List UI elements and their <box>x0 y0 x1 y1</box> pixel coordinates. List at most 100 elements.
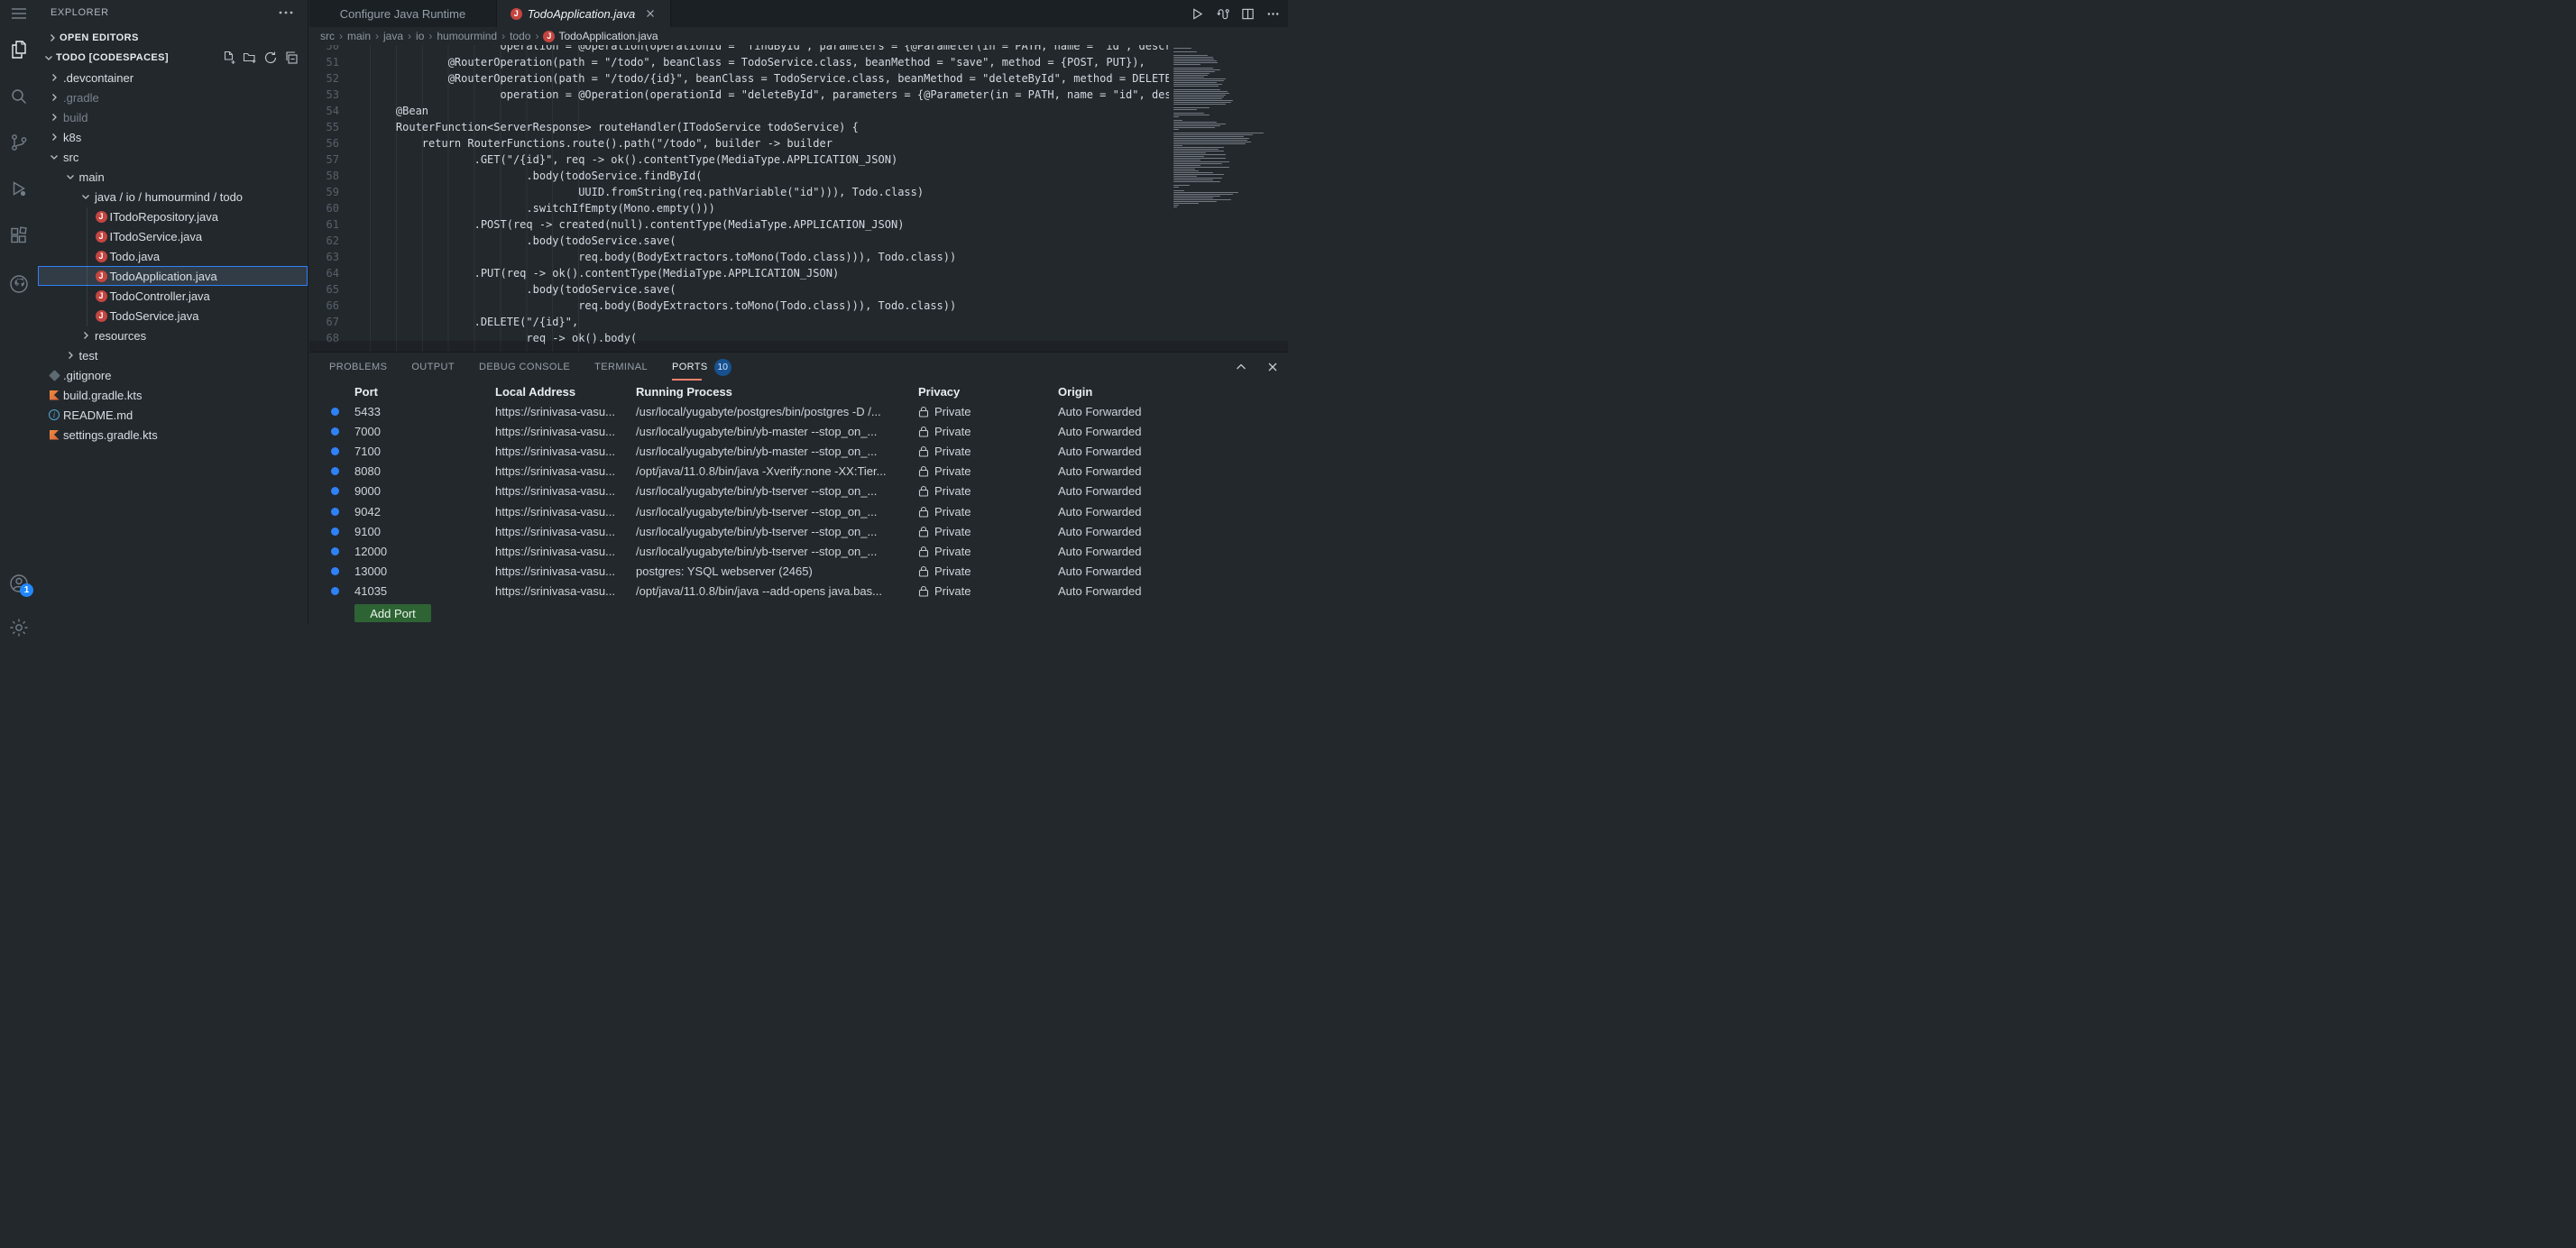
code-line-51[interactable]: 51 @RouterOperation(path = "/todo", bean… <box>309 54 1169 70</box>
panel-tab-ports[interactable]: PORTS 10 <box>671 353 731 381</box>
panel-tab-debug-console[interactable]: DEBUG CONSOLE <box>479 353 570 381</box>
breadcrumb-item-humourmind[interactable]: humourmind <box>437 30 497 42</box>
code-line-61[interactable]: 61 .POST(req -> created(null).contentTyp… <box>309 216 1169 233</box>
tree-item-itodorepository-java[interactable]: J ITodoRepository.java <box>38 206 308 226</box>
section-project[interactable]: TODO [CODESPACES] <box>38 48 308 68</box>
more-actions-icon[interactable] <box>279 7 293 18</box>
local-address-link[interactable]: https://srinivasa-vasu... <box>495 445 636 458</box>
search-icon[interactable] <box>8 86 30 107</box>
split-editor-icon[interactable] <box>1241 7 1255 21</box>
sync-changes-icon[interactable] <box>1216 7 1229 21</box>
tree-item-build-gradle-kts[interactable]: build.gradle.kts <box>38 385 308 405</box>
breadcrumb-item-java[interactable]: java <box>383 30 403 42</box>
tree-item-k8s[interactable]: k8s <box>38 127 308 147</box>
menu-icon[interactable] <box>8 3 30 24</box>
refresh-icon[interactable] <box>263 50 278 65</box>
code-line-67[interactable]: 67 .DELETE("/{id}", <box>309 314 1169 330</box>
tree-item-settings-gradle-kts[interactable]: settings.gradle.kts <box>38 425 308 445</box>
local-address-link[interactable]: https://srinivasa-vasu... <box>495 405 636 418</box>
tab-todoapplication-java[interactable]: J TodoApplication.java <box>497 0 671 27</box>
port-row-8080[interactable]: 8080 https://srinivasa-vasu.../opt/java/1… <box>309 462 1288 482</box>
tree-item-readme-md[interactable]: i README.md <box>38 405 308 425</box>
code-line-65[interactable]: 65 .body(todoService.save( <box>309 281 1169 298</box>
port-row-7000[interactable]: 7000 https://srinivasa-vasu.../usr/local/… <box>309 421 1288 441</box>
tree-item-todo-java[interactable]: J Todo.java <box>38 246 308 266</box>
tree-item-gradle[interactable]: .gradle <box>38 87 308 107</box>
tree-item-todoservice-java[interactable]: J TodoService.java <box>38 306 308 326</box>
port-row-5433[interactable]: 5433 https://srinivasa-vasu.../usr/local/… <box>309 401 1288 421</box>
new-folder-icon[interactable] <box>243 50 257 65</box>
tree-item-main[interactable]: main <box>38 167 308 187</box>
section-open-editors[interactable]: OPEN EDITORS <box>38 28 308 48</box>
local-address-link[interactable]: https://srinivasa-vasu... <box>495 525 636 538</box>
port-row-41035[interactable]: 41035 https://srinivasa-vasu.../opt/java/… <box>309 582 1288 601</box>
more-actions-icon[interactable] <box>1266 7 1280 21</box>
port-row-13000[interactable]: 13000 https://srinivasa-vasu... postgres: … <box>309 562 1288 582</box>
tree-item-devcontainer[interactable]: .devcontainer <box>38 68 308 87</box>
local-address-link[interactable]: https://srinivasa-vasu... <box>495 564 636 578</box>
gear-icon[interactable] <box>8 617 30 638</box>
code-area[interactable]: 50 operation = @Operation(operationId = … <box>309 45 1169 352</box>
account-icon[interactable]: 1 <box>8 573 33 597</box>
code-line-55[interactable]: 55 RouterFunction<ServerResponse> routeH… <box>309 119 1169 135</box>
code-line-56[interactable]: 56 return RouterFunctions.route().path("… <box>309 135 1169 151</box>
breadcrumb-item-todoapplication-java[interactable]: J TodoApplication.java <box>543 30 658 42</box>
local-address-link[interactable]: https://srinivasa-vasu... <box>495 545 636 558</box>
port-row-9000[interactable]: 9000 https://srinivasa-vasu.../usr/local/… <box>309 482 1288 501</box>
extensions-icon[interactable] <box>8 225 30 247</box>
port-row-9042[interactable]: 9042 https://srinivasa-vasu.../usr/local/… <box>309 501 1288 521</box>
minimap[interactable] <box>1169 45 1288 352</box>
github-icon[interactable] <box>8 273 30 295</box>
explorer-icon[interactable] <box>8 39 30 60</box>
tree-item-java-io-humourmind-todo[interactable]: java / io / humourmind / todo <box>38 187 308 206</box>
add-port-button[interactable]: Add Port <box>354 604 431 622</box>
panel-tab-output[interactable]: OUTPUT <box>411 353 455 381</box>
tree-item-test[interactable]: test <box>38 345 308 365</box>
code-line-60[interactable]: 60 .switchIfEmpty(Mono.empty())) <box>309 200 1169 216</box>
collapse-all-icon[interactable] <box>284 50 299 65</box>
local-address-link[interactable]: https://srinivasa-vasu... <box>495 464 636 478</box>
close-icon[interactable] <box>644 7 657 20</box>
tree-item-build[interactable]: build <box>38 107 308 127</box>
code-line-57[interactable]: 57 .GET("/{id}", req -> ok().contentType… <box>309 151 1169 168</box>
tree-item-gitignore[interactable]: .gitignore <box>38 365 308 385</box>
code-line-52[interactable]: 52 @RouterOperation(path = "/todo/{id}",… <box>309 70 1169 87</box>
tree-item-todoapplication-java[interactable]: J TodoApplication.java <box>38 266 308 286</box>
maximize-panel-icon[interactable] <box>1235 361 1247 373</box>
horizontal-scrollbar[interactable] <box>309 341 1288 352</box>
code-line-53[interactable]: 53 operation = @Operation(operationId = … <box>309 87 1169 103</box>
tree-item-itodoservice-java[interactable]: J ITodoService.java <box>38 226 308 246</box>
breadcrumb-item-src[interactable]: src <box>320 30 335 42</box>
tree-item-resources[interactable]: resources <box>38 326 308 345</box>
tab-configure-java-runtime[interactable]: Configure Java Runtime <box>309 0 497 27</box>
code-editor[interactable]: 50 operation = @Operation(operationId = … <box>309 45 1288 352</box>
close-panel-icon[interactable] <box>1266 361 1279 373</box>
port-row-12000[interactable]: 12000 https://srinivasa-vasu.../usr/local… <box>309 541 1288 561</box>
new-file-icon[interactable] <box>222 50 236 65</box>
local-address-link[interactable]: https://srinivasa-vasu... <box>495 584 636 598</box>
local-address-link[interactable]: https://srinivasa-vasu... <box>495 505 636 518</box>
source-control-icon[interactable] <box>8 132 30 153</box>
breadcrumb-item-todo[interactable]: todo <box>510 30 530 42</box>
tree-item-todocontroller-java[interactable]: J TodoController.java <box>38 286 308 306</box>
breadcrumb-item-main[interactable]: main <box>347 30 371 42</box>
run-debug-icon[interactable] <box>8 179 30 200</box>
local-address-link[interactable]: https://srinivasa-vasu... <box>495 425 636 438</box>
run-icon[interactable] <box>1191 7 1204 21</box>
breadcrumb-item-io[interactable]: io <box>416 30 424 42</box>
code-line-50[interactable]: 50 operation = @Operation(operationId = … <box>309 45 1169 54</box>
code-line-58[interactable]: 58 .body(todoService.findById( <box>309 168 1169 184</box>
code-line-66[interactable]: 66 req.body(BodyExtractors.toMono(Todo.c… <box>309 298 1169 314</box>
panel-tab-problems[interactable]: PROBLEMS <box>329 353 387 381</box>
panel-tab-terminal[interactable]: TERMINAL <box>594 353 648 381</box>
port-row-9100[interactable]: 9100 https://srinivasa-vasu.../usr/local/… <box>309 521 1288 541</box>
port-row-7100[interactable]: 7100 https://srinivasa-vasu.../usr/local/… <box>309 441 1288 461</box>
code-line-54[interactable]: 54 @Bean <box>309 103 1169 119</box>
local-address-link[interactable]: https://srinivasa-vasu... <box>495 484 636 498</box>
code-line-63[interactable]: 63 req.body(BodyExtractors.toMono(Todo.c… <box>309 249 1169 265</box>
code-line-62[interactable]: 62 .body(todoService.save( <box>309 233 1169 249</box>
code-line-59[interactable]: 59 UUID.fromString(req.pathVariable("id"… <box>309 184 1169 200</box>
code-line-64[interactable]: 64 .PUT(req -> ok().contentType(MediaTyp… <box>309 265 1169 281</box>
tree-item-src[interactable]: src <box>38 147 308 167</box>
lock-icon <box>918 406 929 418</box>
